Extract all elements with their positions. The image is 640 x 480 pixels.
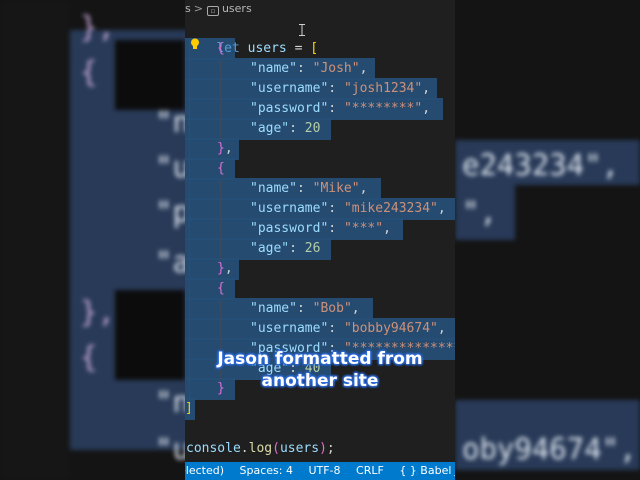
video-caption: Jason formatted from another site (185, 348, 455, 392)
json-value: ******** (351, 101, 415, 116)
code-line: console.log(users); (186, 441, 335, 456)
code-line: }, (217, 261, 233, 276)
json-value: 20 (304, 121, 321, 136)
status-indentation[interactable]: Spaces: 4 (240, 462, 293, 480)
json-value: Mike (320, 181, 352, 196)
caption-line: Jason formatted from (217, 349, 423, 369)
code-line: "username": "josh1234", (250, 81, 431, 96)
code-line: "age": 20 (250, 121, 321, 136)
json-value: josh1234 (351, 81, 415, 96)
code-line: { (217, 161, 225, 176)
indent-guide (220, 180, 221, 260)
caption-line: another site (261, 371, 379, 391)
code-line: { (217, 281, 225, 296)
code-line: "username": "bobby94674", (250, 321, 446, 336)
breadcrumb: s > ▫ users (185, 0, 455, 18)
breadcrumb-file[interactable]: s (185, 0, 191, 18)
code-line: "name": "Bob", (250, 301, 360, 316)
text-cursor-icon (299, 24, 305, 36)
status-encoding[interactable]: UTF-8 (308, 462, 340, 480)
close-bracket: ] (185, 401, 193, 416)
lightbulb-icon[interactable] (190, 38, 200, 50)
variable-name: users (247, 41, 287, 56)
code-line: "age": 26 (250, 241, 321, 256)
operator: = (294, 41, 303, 56)
json-value: 26 (304, 241, 321, 256)
bg-text: e243234", (462, 148, 620, 182)
bg-text: ", (462, 195, 497, 229)
breadcrumb-symbol[interactable]: users (222, 0, 252, 18)
code-line: { (217, 41, 225, 56)
code-line: "name": "Josh", (250, 61, 368, 76)
code-line: }, (217, 141, 233, 156)
code-line: "name": "Mike", (250, 181, 368, 196)
code-line: "password": "********", (250, 101, 431, 116)
status-language[interactable]: { } Babel JavaSc (399, 462, 455, 480)
code-line: "username": "mike243234", (250, 201, 446, 216)
bg-text: }, (80, 295, 115, 329)
code-line: "password": "***", (250, 221, 391, 236)
status-selection[interactable]: elected) (185, 462, 224, 480)
bg-text: { (80, 55, 98, 89)
json-value: *** (351, 221, 376, 236)
status-bar: elected) Spaces: 4 UTF-8 CRLF { } Babel … (185, 462, 455, 480)
variable-symbol-icon: ▫ (206, 6, 219, 16)
open-bracket: [ (310, 41, 319, 56)
json-value: Bob (320, 301, 344, 316)
code-line: ] (185, 399, 193, 419)
chevron-right-icon: > (193, 2, 203, 15)
code-editor[interactable]: s > ▫ users let users = [ { "name": "Josh",… (185, 0, 455, 480)
status-eol[interactable]: CRLF (356, 462, 384, 480)
bg-text: }, (80, 10, 115, 44)
indent-guide (220, 60, 221, 140)
json-value: Josh (320, 61, 352, 76)
bg-text: oby94674", (462, 432, 637, 466)
bg-text: { (80, 340, 98, 374)
indent-guide (189, 40, 190, 400)
json-value: mike243234 (351, 201, 431, 216)
json-value: bobby94674 (351, 321, 431, 336)
